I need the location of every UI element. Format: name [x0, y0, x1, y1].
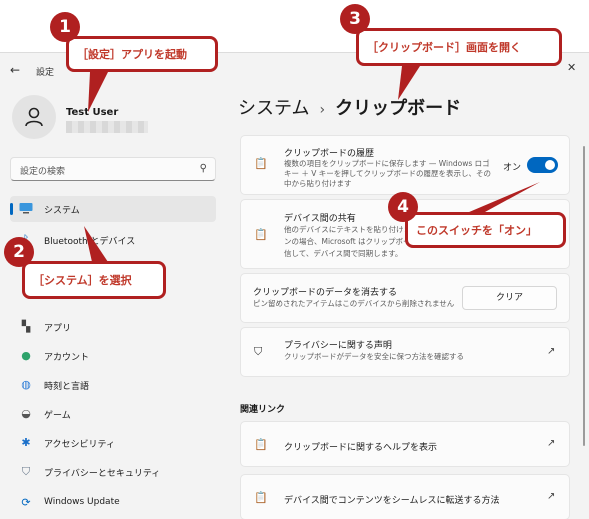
- badge-4: 4: [388, 192, 418, 222]
- pointer-1: [88, 72, 108, 112]
- pointer-2: [84, 226, 108, 262]
- badge-3: 3: [340, 4, 370, 34]
- callout-4: このスイッチを「オン」: [405, 212, 566, 248]
- badge-2: 2: [4, 237, 34, 267]
- badge-1: 1: [50, 12, 80, 42]
- callout-2: ［システム］を選択: [22, 261, 166, 299]
- callout-1: ［設定］アプリを起動: [66, 36, 218, 72]
- callout-3-text: ［クリップボード］画面を開く: [367, 41, 521, 54]
- callout-1-text: ［設定］アプリを起動: [77, 48, 187, 61]
- callout-4-text: このスイッチを「オン」: [416, 224, 537, 237]
- pointer-3: [398, 66, 420, 100]
- callout-3: ［クリップボード］画面を開く: [356, 28, 562, 66]
- callout-2-text: ［システム］を選択: [33, 274, 132, 287]
- callout-pointers: [84, 66, 540, 262]
